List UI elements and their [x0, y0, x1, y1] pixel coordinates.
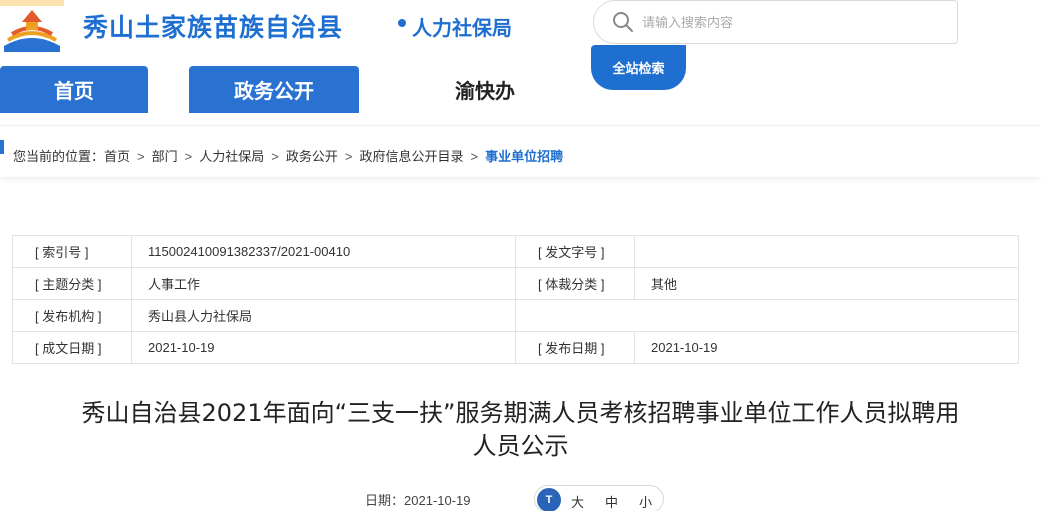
- font-size-large[interactable]: 大: [571, 492, 584, 511]
- table-row: [ 主题分类 ] 人事工作 [ 体裁分类 ] 其他: [12, 267, 1019, 300]
- search-icon: [613, 12, 633, 32]
- label-publisher: [ 发布机构 ]: [12, 299, 132, 332]
- article-title: 秀山自治县2021年面向“三支一扶”服务期满人员考核招聘事业单位工作人员拟聘用 …: [0, 397, 1041, 463]
- breadcrumb-separator: >: [184, 149, 193, 164]
- empty-cell: [515, 299, 1019, 332]
- main-nav: 首页 政务公开 渝快办: [0, 66, 1041, 113]
- title-dot-icon: [398, 19, 406, 27]
- label-publish-date: [ 发布日期 ]: [515, 331, 635, 364]
- nav-tab-home[interactable]: 首页: [0, 66, 148, 113]
- doc-info-table: [ 索引号 ] 115002410091382337/2021-00410 [ …: [12, 235, 1019, 364]
- breadcrumb-separator: >: [344, 149, 353, 164]
- county-logo[interactable]: [0, 0, 64, 52]
- value-topic: 人事工作: [131, 267, 516, 300]
- site-title[interactable]: 秀山土家族苗族自治县: [83, 8, 343, 44]
- value-genre: 其他: [634, 267, 1019, 300]
- value-publish-date: 2021-10-19: [634, 331, 1019, 364]
- value-index-no: 115002410091382337/2021-00410: [131, 235, 516, 268]
- value-doc-no: [634, 235, 1019, 268]
- article-date: 日期：2021-10-19: [365, 493, 471, 508]
- label-genre: [ 体裁分类 ]: [515, 267, 635, 300]
- nav-tab-gov-affairs[interactable]: 政务公开: [189, 66, 359, 113]
- nav-tab-yukuaiban[interactable]: 渝快办: [400, 66, 570, 113]
- breadcrumb-current[interactable]: 事业单位招聘: [485, 149, 563, 164]
- article-title-line2: 人员公示: [472, 432, 569, 460]
- table-row: [ 发布机构 ] 秀山县人力社保局: [12, 299, 1019, 332]
- label-index-no: [ 索引号 ]: [12, 235, 132, 268]
- breadcrumb-prefix: 您当前的位置：: [13, 149, 105, 164]
- font-size-control: T 大 中 小: [534, 485, 664, 511]
- font-size-medium[interactable]: 中: [605, 492, 618, 511]
- breadcrumb-separator: >: [137, 149, 145, 164]
- breadcrumb-item-gov-affairs[interactable]: 政务公开: [286, 149, 338, 164]
- breadcrumb-separator: >: [271, 149, 279, 164]
- label-doc-no: [ 发文字号 ]: [515, 235, 635, 268]
- font-size-small[interactable]: 小: [639, 492, 652, 511]
- font-size-icon: T: [537, 488, 561, 511]
- table-row: [ 成文日期 ] 2021-10-19 [ 发布日期 ] 2021-10-19: [12, 331, 1019, 364]
- breadcrumb: 您当前的位置：首页 > 部门 > 人力社保局 > 政务公开 > 政府信息公开目录 > 事业单位招聘: [13, 146, 563, 165]
- breadcrumb-item-dept[interactable]: 部门: [152, 149, 178, 164]
- label-written-date: [ 成文日期 ]: [12, 331, 132, 364]
- dept-title[interactable]: 人力社保局: [412, 12, 512, 41]
- value-written-date: 2021-10-19: [131, 331, 516, 364]
- article-title-line1: 秀山自治县2021年面向“三支一扶”服务期满人员考核招聘事业单位工作人员拟聘用: [81, 399, 960, 427]
- search-box: [593, 0, 958, 44]
- breadcrumb-item-home[interactable]: 首页: [104, 149, 130, 164]
- label-topic: [ 主题分类 ]: [12, 267, 132, 300]
- table-row: [ 索引号 ] 115002410091382337/2021-00410 [ …: [12, 235, 1019, 268]
- breadcrumb-item-catalog[interactable]: 政府信息公开目录: [359, 149, 463, 164]
- search-input[interactable]: [642, 11, 942, 33]
- breadcrumb-separator: >: [470, 149, 479, 164]
- breadcrumb-item-hrss[interactable]: 人力社保局: [199, 149, 264, 164]
- site-header: 秀山土家族苗族自治县 人力社保局: [0, 0, 1041, 60]
- value-publisher: 秀山县人力社保局: [131, 299, 516, 332]
- breadcrumb-marker: [0, 140, 4, 154]
